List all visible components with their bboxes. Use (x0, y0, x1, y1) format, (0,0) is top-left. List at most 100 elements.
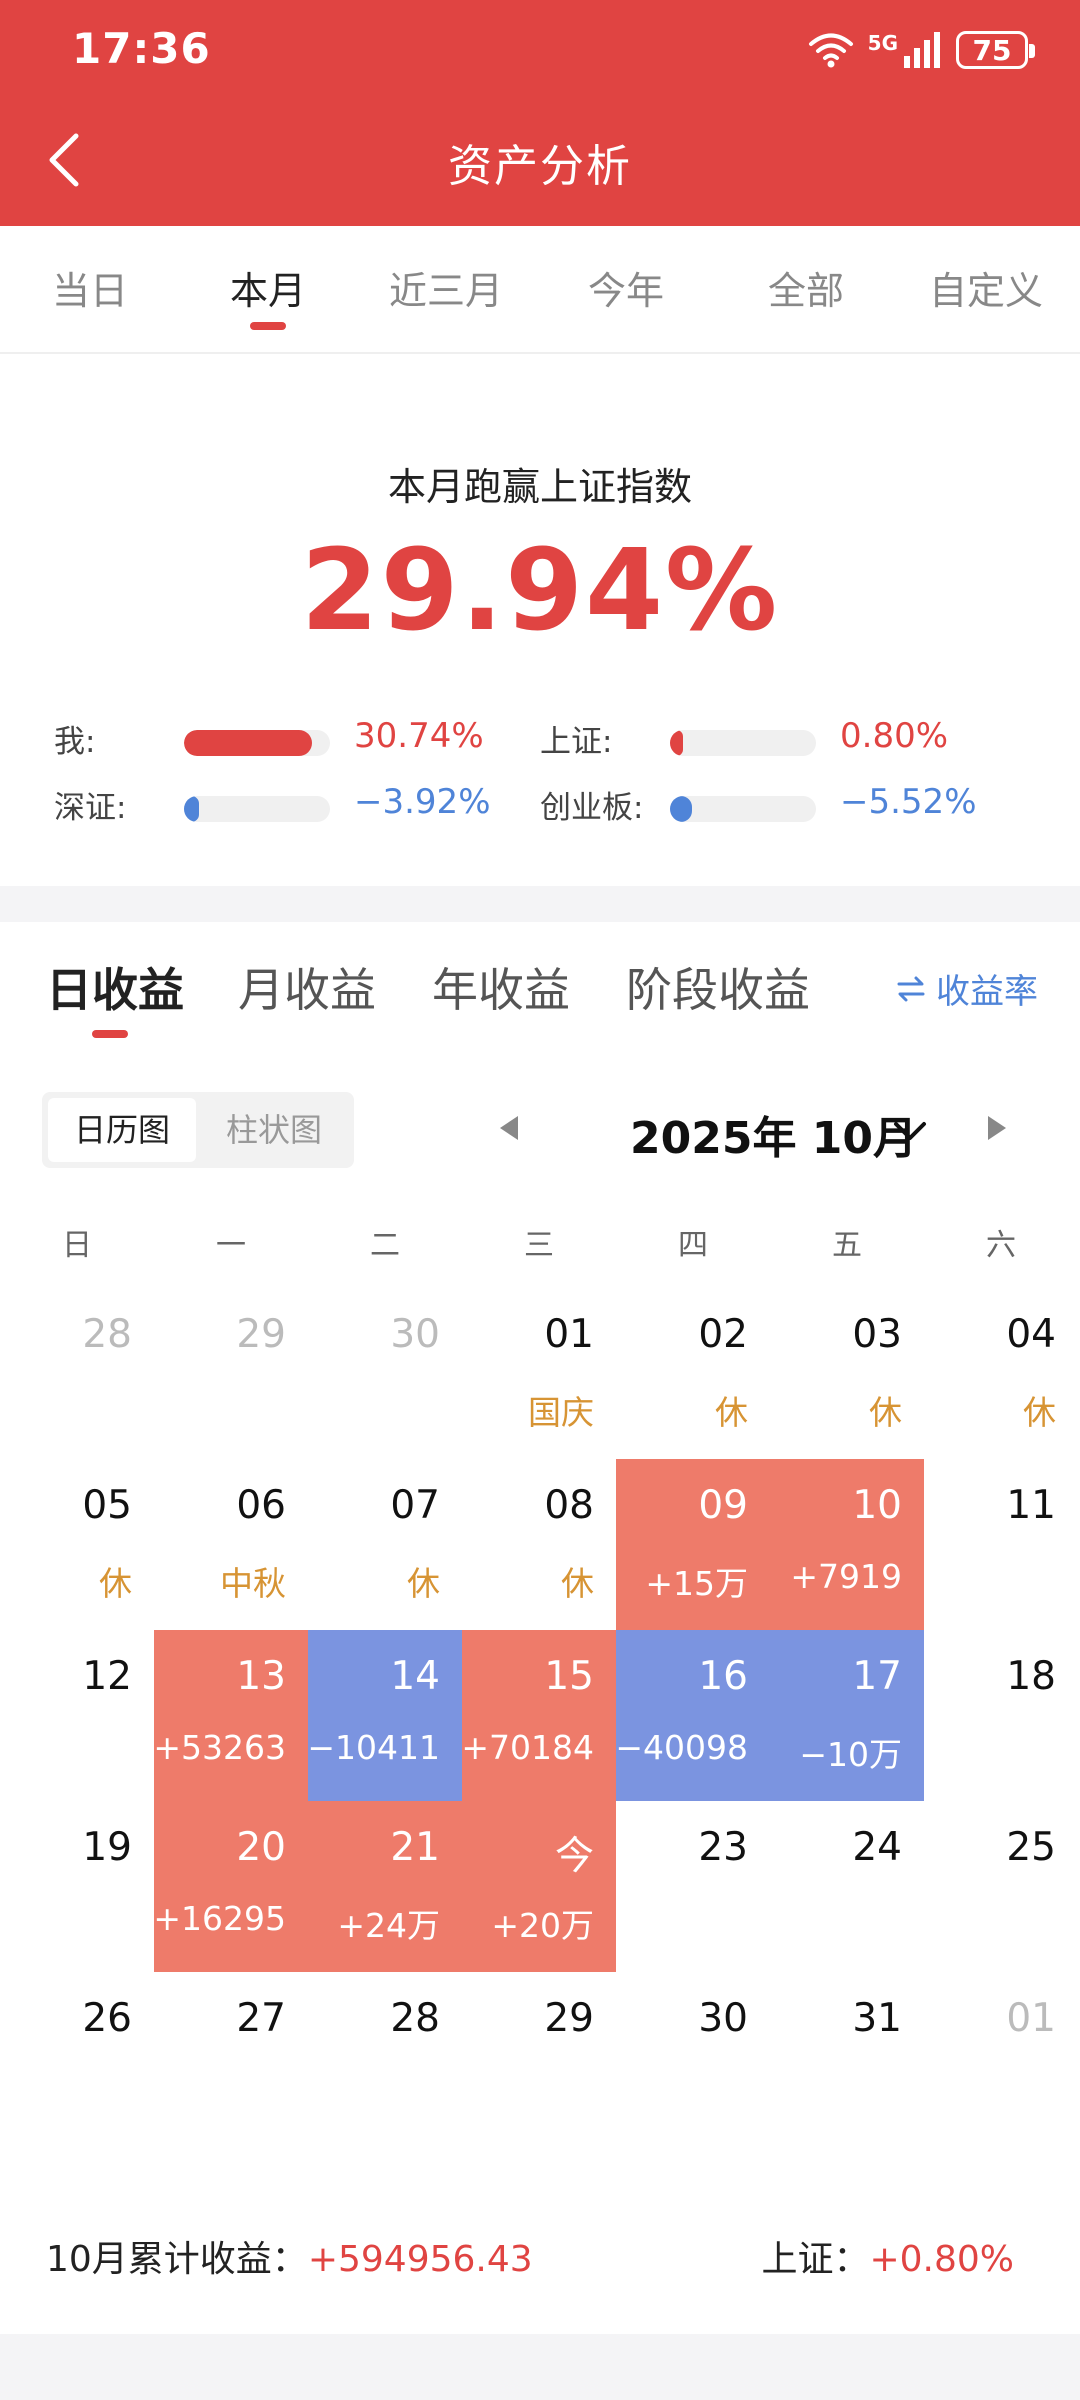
summary-value: 29.94% (300, 526, 780, 656)
tab-daily-income[interactable]: 日收益 (46, 954, 184, 1038)
calendar-day[interactable]: 15 +70184 (461, 1630, 616, 1801)
calendar-day[interactable]: 27 (154, 1972, 308, 2143)
daily-income: −10411 (307, 1728, 440, 1767)
daily-income: +70184 (461, 1728, 594, 1767)
calendar-day-number: 11 (1006, 1483, 1056, 1528)
month-label[interactable]: 2025年 10月 (630, 1102, 917, 1166)
calendar-view-button[interactable]: 日历图 (48, 1098, 196, 1162)
index-value: +0.80% (869, 2239, 1014, 2280)
calendar-day[interactable]: 30 (616, 1972, 770, 2143)
tab-period-income[interactable]: 阶段收益 (626, 954, 810, 1020)
calendar-day-number: 28 (390, 1996, 440, 2041)
calendar-day-number: 07 (390, 1483, 440, 1528)
calendar-day[interactable]: 30 (308, 1288, 462, 1459)
calendar-day[interactable]: 25 (924, 1801, 1078, 1972)
compare-track (184, 796, 330, 822)
calendar-day[interactable]: 20 +16295 (153, 1801, 308, 1972)
calendar-day[interactable]: 19 (0, 1801, 154, 1972)
bar-view-button[interactable]: 柱状图 (200, 1098, 348, 1162)
calendar-day-number: 24 (852, 1825, 902, 1870)
daily-income: +16295 (153, 1899, 286, 1938)
next-month-icon[interactable] (988, 1116, 1006, 1140)
chevron-down-icon[interactable] (890, 1112, 930, 1152)
index-change: 上证：+0.80% (761, 2230, 1014, 2282)
weekday-label: 二 (370, 1228, 400, 1263)
compare-track (670, 796, 816, 822)
calendar-day[interactable]: 28 (308, 1972, 462, 2143)
calendar-day[interactable]: 今 +20万 (462, 1801, 616, 1972)
compare-pct: 30.74% (354, 716, 484, 756)
calendar-day[interactable]: 03 休 (770, 1288, 924, 1459)
daily-income: +24万 (337, 1906, 440, 1945)
weekday-label: 五 (832, 1228, 862, 1263)
status-icons: 5G 75 (808, 28, 1035, 72)
weekday-header: 日 一 二 三 四 五 六 (0, 1210, 1080, 1270)
compare-pct: 0.80% (840, 716, 949, 756)
daily-income: −10万 (799, 1735, 902, 1774)
calendar-day[interactable]: 08 休 (462, 1459, 616, 1630)
calendar-day[interactable]: 26 (0, 1972, 154, 2143)
signal-icon (904, 32, 940, 68)
calendar-day[interactable]: 10 +7919 (770, 1459, 924, 1630)
calendar-day[interactable]: 14 −10411 (307, 1630, 462, 1801)
view-switch: 日历图 柱状图 (42, 1092, 354, 1168)
calendar-day[interactable]: 12 (0, 1630, 154, 1801)
index-label: 上证： (761, 2239, 870, 2280)
calendar-day[interactable]: 28 (0, 1288, 154, 1459)
calendar-day[interactable]: 24 (770, 1801, 924, 1972)
calendar-day[interactable]: 04 休 (924, 1288, 1078, 1459)
calendar-day[interactable]: 09 +15万 (616, 1459, 770, 1630)
calendar-day[interactable]: 16 −40098 (615, 1630, 770, 1801)
tab-this-month[interactable]: 本月 (178, 260, 358, 330)
calendar-day[interactable]: 02 休 (616, 1288, 770, 1459)
daily-income: −40098 (615, 1728, 748, 1767)
prev-month-icon[interactable] (500, 1116, 518, 1140)
calendar-day-number: 18 (1006, 1654, 1056, 1699)
calendar-day-number: 09 (698, 1483, 748, 1528)
page-title: 资产分析 (448, 141, 632, 192)
weekday-label: 一 (216, 1228, 246, 1263)
calendar-day-number: 20 (236, 1825, 286, 1870)
status-bar: 17:36 5G 75 (0, 0, 1080, 100)
calendar-day[interactable]: 29 (154, 1288, 308, 1459)
swap-icon (897, 976, 925, 1001)
tab-all[interactable]: 全部 (716, 260, 896, 315)
calendar-day-number: 27 (236, 1996, 286, 2041)
calendar-day[interactable]: 05 休 (0, 1459, 154, 1630)
holiday-label: 休 (715, 1393, 748, 1432)
calendar-day-number: 05 (82, 1483, 132, 1528)
calendar-day[interactable]: 07 休 (308, 1459, 462, 1630)
calendar-day-number: 15 (544, 1654, 594, 1699)
calendar-day-number: 02 (698, 1312, 748, 1357)
calendar-day[interactable]: 01 国庆 (462, 1288, 616, 1459)
period-tabs: 当日 本月 近三月 今年 全部 自定义 (0, 226, 1080, 354)
weekday-label: 日 (62, 1228, 92, 1263)
tab-this-year[interactable]: 今年 (536, 260, 716, 315)
status-time: 17:36 (72, 24, 211, 73)
month-nav: 2025年 10月 (490, 1092, 1030, 1168)
calendar-day[interactable]: 13 +53263 (153, 1630, 308, 1801)
tab-monthly-income[interactable]: 月收益 (238, 954, 376, 1020)
calendar-day-number: 今 (554, 1834, 594, 1879)
tab-today[interactable]: 当日 (0, 260, 180, 315)
holiday-label: 休 (561, 1564, 594, 1603)
rate-toggle-label: 收益率 (936, 972, 1038, 1012)
rate-toggle-button[interactable]: 收益率 (896, 964, 1038, 1013)
calendar-day[interactable]: 29 (462, 1972, 616, 2143)
calendar-day-number: 06 (236, 1483, 286, 1528)
calendar-day[interactable]: 18 (924, 1630, 1078, 1801)
calendar-day[interactable]: 21 +24万 (308, 1801, 462, 1972)
tab-yearly-income[interactable]: 年收益 (432, 954, 570, 1020)
calendar-day[interactable]: 01 (924, 1972, 1078, 2143)
tab-three-months[interactable]: 近三月 (356, 260, 536, 315)
calendar-day[interactable]: 06 中秋 (154, 1459, 308, 1630)
calendar-day[interactable]: 11 (924, 1459, 1078, 1630)
calendar-day[interactable]: 31 (770, 1972, 924, 2143)
calendar-day-number: 03 (852, 1312, 902, 1357)
calendar-day-number: 01 (1006, 1996, 1056, 2041)
calendar-day[interactable]: 23 (616, 1801, 770, 1972)
compare-label: 我: (54, 724, 96, 760)
calendar-day[interactable]: 17 −10万 (770, 1630, 924, 1801)
tab-custom[interactable]: 自定义 (896, 260, 1076, 315)
holiday-label: 休 (869, 1393, 902, 1432)
